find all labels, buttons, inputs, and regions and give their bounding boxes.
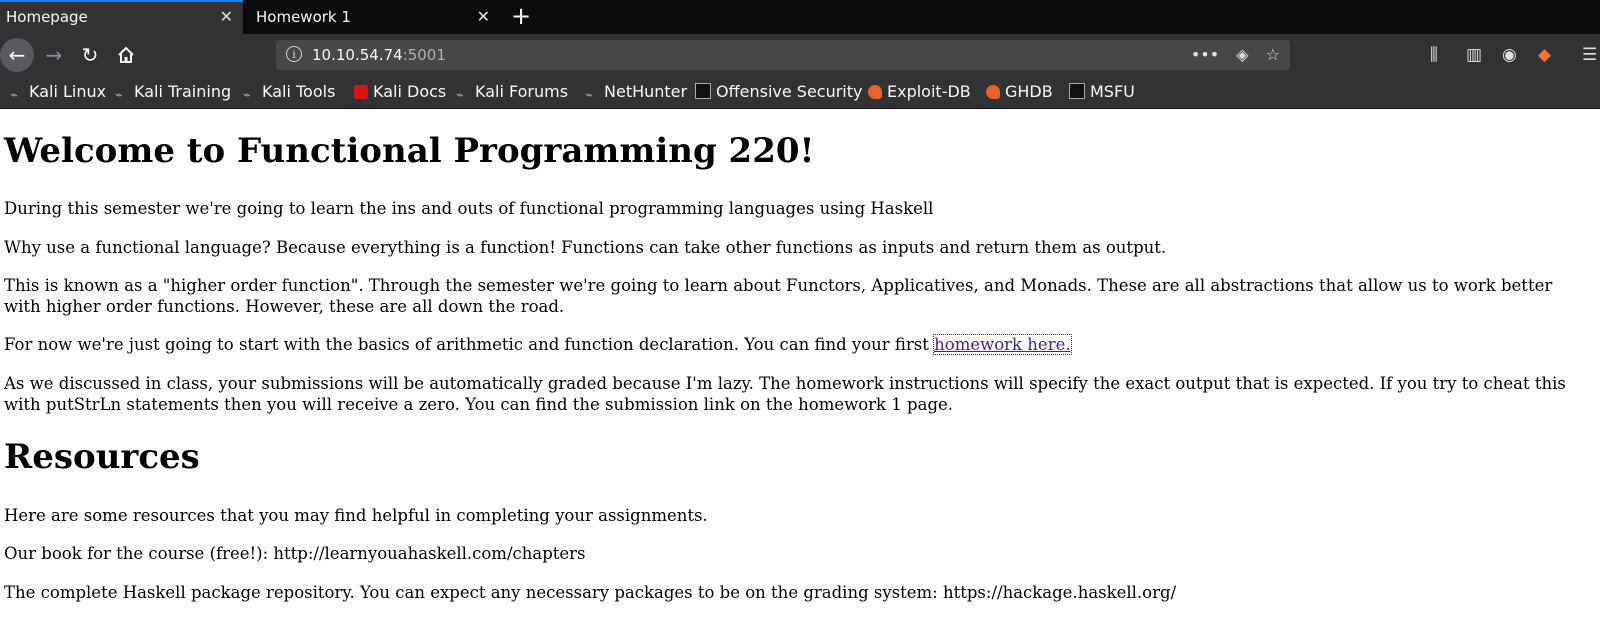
exploitdb-icon <box>868 85 882 99</box>
paragraph-higher-order: This is known as a "higher order functio… <box>4 276 1553 316</box>
tab-homepage[interactable]: Homepage ✕ <box>0 0 243 34</box>
bookmark-kali-docs[interactable]: Kali Docs <box>354 76 446 108</box>
homework-link[interactable]: homework here. <box>933 334 1072 355</box>
library-icon[interactable]: ⫼ <box>1430 44 1438 66</box>
bookmark-label: Kali Tools <box>262 82 336 101</box>
bookmark-kali-tools[interactable]: ⌁ Kali Tools <box>243 76 335 108</box>
reload-button[interactable]: ↻ <box>74 40 106 70</box>
sidebar-icon[interactable]: ▥ <box>1466 44 1482 66</box>
paragraph-resources-intro: Here are some resources that you may fin… <box>4 506 708 525</box>
bookmark-msfu[interactable]: MSFU <box>1069 76 1135 108</box>
nethunter-icon: ⌁ <box>585 88 593 103</box>
new-tab-button[interactable]: + <box>506 0 536 34</box>
paragraph-why: Why use a functional language? Because e… <box>4 238 1167 257</box>
forward-button[interactable]: → <box>38 40 70 70</box>
close-icon[interactable]: ✕ <box>477 0 490 34</box>
close-icon[interactable]: ✕ <box>220 2 233 32</box>
bookmark-exploit-db[interactable]: Exploit-DB <box>868 76 971 108</box>
home-icon <box>118 46 134 63</box>
bookmark-label: Offensive Security <box>716 82 863 101</box>
extension-icon[interactable]: ◆ <box>1538 44 1551 66</box>
kali-dragon-icon: ⌁ <box>10 88 18 103</box>
paragraph-intro: During this semester we're going to lear… <box>4 199 934 218</box>
url-host: 10.10.54.74 <box>312 46 403 64</box>
bookmark-offensive-security[interactable]: Offensive Security <box>695 76 862 108</box>
kali-dragon-icon: ⌁ <box>115 88 123 103</box>
more-actions-icon[interactable]: ••• <box>1191 45 1219 64</box>
paragraph-hackage: The complete Haskell package repository.… <box>4 583 1177 602</box>
tab-label: Homepage <box>6 8 88 26</box>
tab-bar: Homepage ✕ Homework 1 ✕ + <box>0 0 1600 34</box>
kali-dragon-icon: ⌁ <box>243 88 251 103</box>
offsec-icon <box>1069 83 1085 99</box>
resources-heading: Resources <box>4 437 200 477</box>
page-title: Welcome to Functional Programming 220! <box>4 131 815 171</box>
star-icon[interactable]: ☆ <box>1266 45 1280 64</box>
kali-dragon-icon: ⌁ <box>456 88 464 103</box>
back-button[interactable]: ← <box>0 38 34 72</box>
arrow-left-icon: ← <box>8 43 26 67</box>
bookmark-label: NetHunter <box>604 82 688 101</box>
bookmarks-toolbar: ⌁ Kali Linux ⌁ Kali Training ⌁ Kali Tools K… <box>0 76 1600 109</box>
url-bar[interactable]: i 10.10.54.74:5001 ••• ◈ ☆ <box>276 40 1290 70</box>
paragraph-homework-text: For now we're just going to start with t… <box>4 335 935 354</box>
url-port: :5001 <box>402 46 446 64</box>
paragraph-book: Our book for the course (free!): http://… <box>4 544 586 563</box>
bookmark-kali-forums[interactable]: ⌁ Kali Forums <box>456 76 568 108</box>
paragraph-grading: As we discussed in class, your submissio… <box>4 374 1566 414</box>
bookmark-label: MSFU <box>1090 82 1135 101</box>
bookmark-label: GHDB <box>1005 82 1053 101</box>
tab-label: Homework 1 <box>256 8 351 26</box>
account-icon[interactable]: ◉ <box>1502 44 1517 66</box>
paragraph-homework: For now we're just going to start with t… <box>4 334 1594 355</box>
info-icon[interactable]: i <box>286 46 302 62</box>
bookmark-label: Kali Linux <box>29 82 107 101</box>
plus-icon: + <box>510 2 532 30</box>
home-button[interactable] <box>110 40 142 70</box>
nav-toolbar: ← → ↻ i 10.10.54.74:5001 ••• ◈ ☆ ⫼ ▥ ◉ ◆… <box>0 34 1600 76</box>
bookmark-ghdb[interactable]: GHDB <box>986 76 1053 108</box>
bookmark-kali-linux[interactable]: ⌁ Kali Linux <box>10 76 106 108</box>
arrow-right-icon: → <box>45 43 63 67</box>
url-text[interactable]: 10.10.54.74:5001 <box>312 40 446 70</box>
menu-icon[interactable]: ☰ <box>1582 44 1597 66</box>
ghdb-icon <box>986 85 1000 99</box>
offsec-icon <box>695 83 711 99</box>
pocket-icon[interactable]: ◈ <box>1236 45 1248 64</box>
bookmark-nethunter[interactable]: ⌁ NetHunter <box>585 76 687 108</box>
bookmark-label: Kali Forums <box>475 82 569 101</box>
tab-homework-1[interactable]: Homework 1 ✕ <box>250 0 500 34</box>
bookmark-label: Kali Docs <box>373 82 447 101</box>
bookmark-label: Exploit-DB <box>887 82 971 101</box>
reload-icon: ↻ <box>81 43 99 67</box>
bookmark-kali-training[interactable]: ⌁ Kali Training <box>115 76 231 108</box>
url-actions: ••• ◈ ☆ <box>1179 40 1280 70</box>
kali-docs-icon <box>354 85 368 99</box>
browser-chrome: Homepage ✕ Homework 1 ✕ + ← → ↻ i 10.10.… <box>0 0 1600 109</box>
bookmark-label: Kali Training <box>134 82 232 101</box>
